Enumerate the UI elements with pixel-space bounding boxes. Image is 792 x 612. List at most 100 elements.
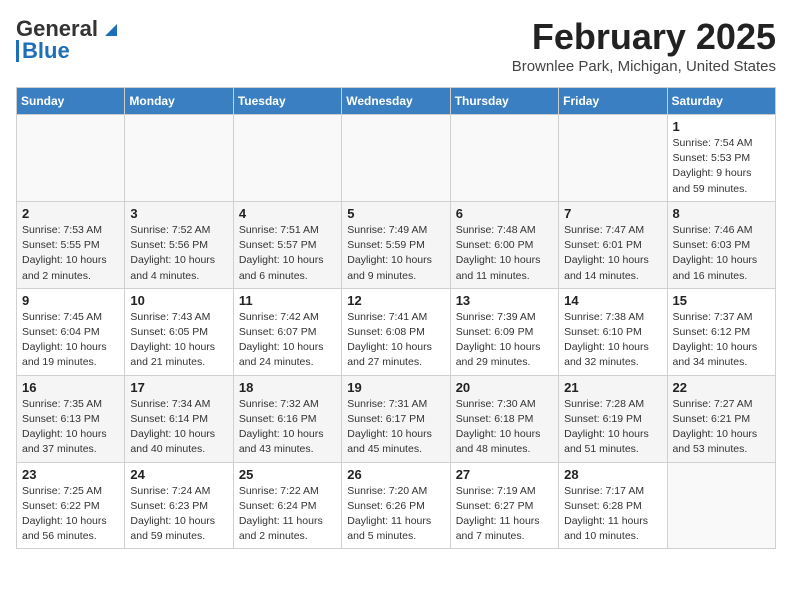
day-number: 16	[22, 380, 119, 395]
calendar-cell: 10Sunrise: 7:43 AM Sunset: 6:05 PM Dayli…	[125, 288, 233, 375]
day-number: 22	[673, 380, 770, 395]
calendar-cell: 24 Sunrise: 7:24 AM Sunset: 6:23 PM Dayli…	[125, 462, 233, 549]
calendar-cell: 14 Sunrise: 7:38 AM Sunset: 6:10 PM Dayli…	[559, 288, 667, 375]
day-number: 20	[456, 380, 553, 395]
calendar-cell: 12 Sunrise: 7:41 AM Sunset: 6:08 PM Dayli…	[342, 288, 450, 375]
calendar-cell: 28Sunrise: 7:17 AM Sunset: 6:28 PM Dayli…	[559, 462, 667, 549]
month-title: February 2025	[512, 16, 776, 58]
day-number: 6	[456, 206, 553, 221]
day-number: 7	[564, 206, 661, 221]
calendar-cell: 21Sunrise: 7:28 AM Sunset: 6:19 PM Dayli…	[559, 375, 667, 462]
logo-icon	[99, 18, 121, 40]
calendar-cell	[667, 462, 775, 549]
calendar-cell: 7 Sunrise: 7:47 AM Sunset: 6:01 PM Daylig…	[559, 201, 667, 288]
day-info: Sunrise: 7:24 AM Sunset: 6:23 PM Dayligh…	[130, 484, 227, 545]
day-number: 8	[673, 206, 770, 221]
day-info: Sunrise: 7:27 AM Sunset: 6:21 PM Dayligh…	[673, 397, 770, 458]
day-info: Sunrise: 7:30 AM Sunset: 6:18 PM Dayligh…	[456, 397, 553, 458]
day-info: Sunrise: 7:42 AM Sunset: 6:07 PM Dayligh…	[239, 310, 336, 371]
day-info: Sunrise: 7:46 AM Sunset: 6:03 PM Dayligh…	[673, 223, 770, 284]
calendar-cell: 19 Sunrise: 7:31 AM Sunset: 6:17 PM Dayli…	[342, 375, 450, 462]
calendar-cell: 13 Sunrise: 7:39 AM Sunset: 6:09 PM Dayli…	[450, 288, 558, 375]
calendar-cell	[17, 115, 125, 202]
day-number: 4	[239, 206, 336, 221]
week-row-5: 23 Sunrise: 7:25 AM Sunset: 6:22 PM Dayli…	[17, 462, 776, 549]
week-row-2: 2Sunrise: 7:53 AM Sunset: 5:55 PM Daylig…	[17, 201, 776, 288]
day-info: Sunrise: 7:39 AM Sunset: 6:09 PM Dayligh…	[456, 310, 553, 371]
day-number: 3	[130, 206, 227, 221]
calendar-cell: 15 Sunrise: 7:37 AM Sunset: 6:12 PM Dayli…	[667, 288, 775, 375]
day-info: Sunrise: 7:54 AM Sunset: 5:53 PM Dayligh…	[673, 136, 770, 197]
week-row-1: 1 Sunrise: 7:54 AM Sunset: 5:53 PM Daylig…	[17, 115, 776, 202]
logo-blue: Blue	[22, 38, 70, 64]
day-number: 11	[239, 293, 336, 308]
weekday-header-saturday: Saturday	[667, 88, 775, 115]
day-number: 15	[673, 293, 770, 308]
day-info: Sunrise: 7:22 AM Sunset: 6:24 PM Dayligh…	[239, 484, 336, 545]
week-row-3: 9 Sunrise: 7:45 AM Sunset: 6:04 PM Daylig…	[17, 288, 776, 375]
calendar-cell: 16 Sunrise: 7:35 AM Sunset: 6:13 PM Dayli…	[17, 375, 125, 462]
day-number: 26	[347, 467, 444, 482]
calendar-cell: 8 Sunrise: 7:46 AM Sunset: 6:03 PM Daylig…	[667, 201, 775, 288]
day-info: Sunrise: 7:31 AM Sunset: 6:17 PM Dayligh…	[347, 397, 444, 458]
weekday-header-sunday: Sunday	[17, 88, 125, 115]
calendar-cell: 20 Sunrise: 7:30 AM Sunset: 6:18 PM Dayli…	[450, 375, 558, 462]
calendar-cell: 23 Sunrise: 7:25 AM Sunset: 6:22 PM Dayli…	[17, 462, 125, 549]
day-info: Sunrise: 7:45 AM Sunset: 6:04 PM Dayligh…	[22, 310, 119, 371]
day-info: Sunrise: 7:19 AM Sunset: 6:27 PM Dayligh…	[456, 484, 553, 545]
day-info: Sunrise: 7:47 AM Sunset: 6:01 PM Dayligh…	[564, 223, 661, 284]
day-info: Sunrise: 7:38 AM Sunset: 6:10 PM Dayligh…	[564, 310, 661, 371]
logo: General Blue	[16, 16, 121, 64]
day-number: 23	[22, 467, 119, 482]
calendar-cell	[342, 115, 450, 202]
calendar-cell: 26Sunrise: 7:20 AM Sunset: 6:26 PM Dayli…	[342, 462, 450, 549]
day-info: Sunrise: 7:49 AM Sunset: 5:59 PM Dayligh…	[347, 223, 444, 284]
weekday-header-monday: Monday	[125, 88, 233, 115]
calendar-table: SundayMondayTuesdayWednesdayThursdayFrid…	[16, 87, 776, 549]
day-number: 13	[456, 293, 553, 308]
page-header: General Blue February 2025 Brownlee Park…	[16, 16, 776, 75]
day-number: 5	[347, 206, 444, 221]
calendar-cell: 11 Sunrise: 7:42 AM Sunset: 6:07 PM Dayli…	[233, 288, 341, 375]
day-number: 21	[564, 380, 661, 395]
day-info: Sunrise: 7:17 AM Sunset: 6:28 PM Dayligh…	[564, 484, 661, 545]
day-info: Sunrise: 7:41 AM Sunset: 6:08 PM Dayligh…	[347, 310, 444, 371]
day-number: 9	[22, 293, 119, 308]
calendar-cell: 4 Sunrise: 7:51 AM Sunset: 5:57 PM Daylig…	[233, 201, 341, 288]
day-info: Sunrise: 7:52 AM Sunset: 5:56 PM Dayligh…	[130, 223, 227, 284]
day-number: 12	[347, 293, 444, 308]
calendar-cell: 2Sunrise: 7:53 AM Sunset: 5:55 PM Daylig…	[17, 201, 125, 288]
weekday-header-thursday: Thursday	[450, 88, 558, 115]
day-number: 18	[239, 380, 336, 395]
calendar-cell: 5 Sunrise: 7:49 AM Sunset: 5:59 PM Daylig…	[342, 201, 450, 288]
day-number: 25	[239, 467, 336, 482]
calendar-cell: 17 Sunrise: 7:34 AM Sunset: 6:14 PM Dayli…	[125, 375, 233, 462]
calendar-cell	[559, 115, 667, 202]
calendar-cell: 22 Sunrise: 7:27 AM Sunset: 6:21 PM Dayli…	[667, 375, 775, 462]
calendar-cell	[233, 115, 341, 202]
calendar-cell: 27 Sunrise: 7:19 AM Sunset: 6:27 PM Dayli…	[450, 462, 558, 549]
weekday-header-tuesday: Tuesday	[233, 88, 341, 115]
day-info: Sunrise: 7:32 AM Sunset: 6:16 PM Dayligh…	[239, 397, 336, 458]
day-number: 19	[347, 380, 444, 395]
calendar-cell	[450, 115, 558, 202]
day-number: 1	[673, 119, 770, 134]
day-number: 14	[564, 293, 661, 308]
calendar-cell: 9 Sunrise: 7:45 AM Sunset: 6:04 PM Daylig…	[17, 288, 125, 375]
day-info: Sunrise: 7:35 AM Sunset: 6:13 PM Dayligh…	[22, 397, 119, 458]
day-info: Sunrise: 7:51 AM Sunset: 5:57 PM Dayligh…	[239, 223, 336, 284]
location: Brownlee Park, Michigan, United States	[512, 58, 776, 75]
day-info: Sunrise: 7:37 AM Sunset: 6:12 PM Dayligh…	[673, 310, 770, 371]
weekday-header-wednesday: Wednesday	[342, 88, 450, 115]
week-row-4: 16 Sunrise: 7:35 AM Sunset: 6:13 PM Dayli…	[17, 375, 776, 462]
day-info: Sunrise: 7:25 AM Sunset: 6:22 PM Dayligh…	[22, 484, 119, 545]
title-block: February 2025 Brownlee Park, Michigan, U…	[512, 16, 776, 75]
calendar-cell	[125, 115, 233, 202]
calendar-cell: 25 Sunrise: 7:22 AM Sunset: 6:24 PM Dayli…	[233, 462, 341, 549]
day-number: 24	[130, 467, 227, 482]
day-number: 17	[130, 380, 227, 395]
day-number: 27	[456, 467, 553, 482]
calendar-cell: 18 Sunrise: 7:32 AM Sunset: 6:16 PM Dayli…	[233, 375, 341, 462]
day-info: Sunrise: 7:34 AM Sunset: 6:14 PM Dayligh…	[130, 397, 227, 458]
day-number: 10	[130, 293, 227, 308]
